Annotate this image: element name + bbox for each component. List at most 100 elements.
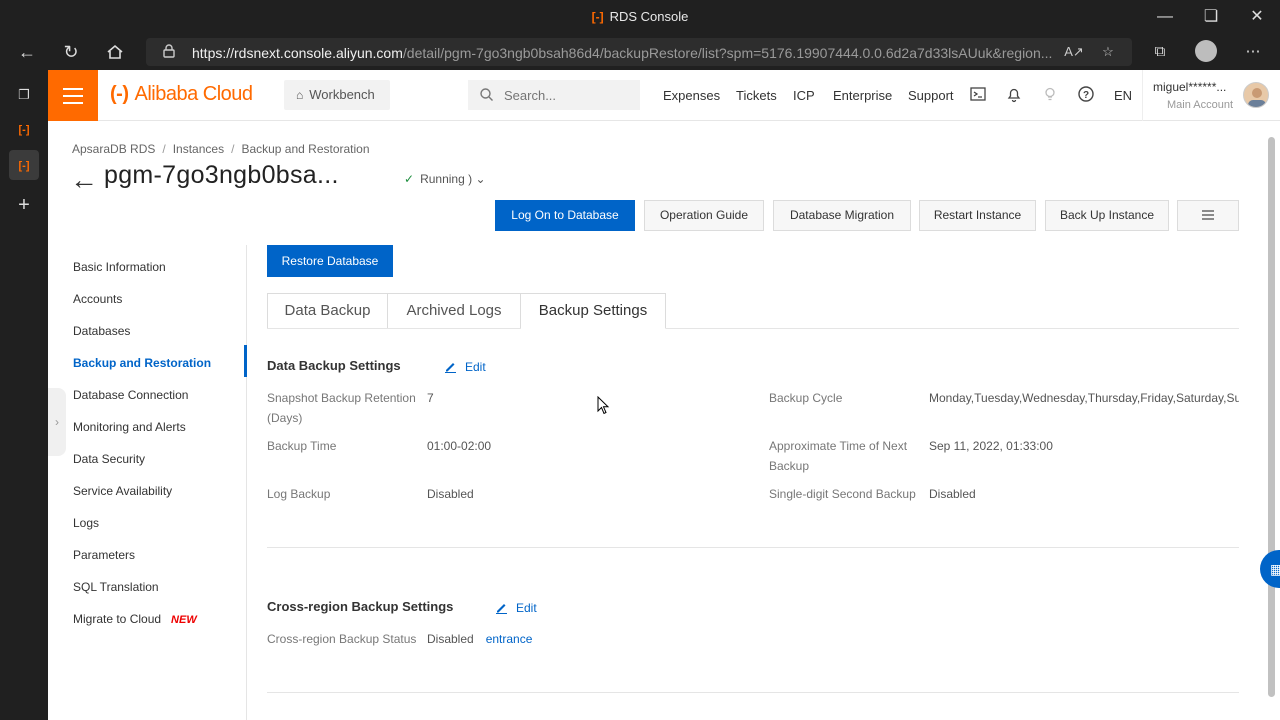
tab-backup-settings[interactable]: Backup Settings <box>521 293 666 329</box>
chevron-down-icon: ⌄ <box>475 172 486 186</box>
log-backup-value: Disabled <box>427 487 474 501</box>
tab-actions-icon[interactable]: ❐ <box>9 80 39 110</box>
sidebar-item-monitoring-alerts[interactable]: Monitoring and Alerts <box>73 420 186 434</box>
favorite-icon[interactable]: ☆ <box>1098 42 1118 62</box>
database-migration-button[interactable]: Database Migration <box>773 200 911 231</box>
backup-time-value: 01:00-02:00 <box>427 439 492 453</box>
sidebar-item-migrate-to-cloud[interactable]: Migrate to Cloud NEW <box>73 612 197 626</box>
tab-archived-logs[interactable]: Archived Logs <box>388 293 521 328</box>
instance-sidebar: Basic Information Accounts Databases Bac… <box>48 245 247 720</box>
nav-expenses[interactable]: Expenses <box>663 88 720 103</box>
svg-text:?: ? <box>1083 90 1089 101</box>
language-switch[interactable]: EN <box>1114 88 1132 103</box>
breadcrumb-instances[interactable]: Instances <box>173 142 224 156</box>
alibaba-tab-icon[interactable]: [-] <box>9 114 39 144</box>
active-indicator <box>244 345 247 377</box>
check-icon: ✓ <box>404 172 415 186</box>
help-icon[interactable]: ? <box>1077 85 1095 103</box>
sidebar-item-accounts[interactable]: Accounts <box>73 292 122 306</box>
user-menu[interactable]: miguel******... Main Account <box>1142 70 1280 121</box>
mouse-cursor-icon <box>597 396 610 415</box>
more-menu-icon[interactable]: ⋯ <box>1240 40 1266 64</box>
sidebar-item-basic-information[interactable]: Basic Information <box>73 260 166 274</box>
breadcrumb: ApsaraDB RDS / Instances / Backup and Restor… <box>72 142 370 156</box>
new-tab-icon[interactable]: + <box>9 190 39 220</box>
apps-float-icon[interactable]: ▦ <box>1260 550 1280 588</box>
pencil-icon <box>445 363 456 373</box>
cross-region-title: Cross-region Backup Settings <box>267 599 454 614</box>
log-backup-label: Log Backup <box>267 487 331 501</box>
sidebar-item-databases[interactable]: Databases <box>73 324 130 338</box>
nav-enterprise[interactable]: Enterprise <box>833 88 892 103</box>
alibaba-cloud-logo[interactable]: (-) Alibaba Cloud <box>110 83 253 106</box>
home-icon[interactable] <box>102 40 128 64</box>
url-text[interactable]: https://rdsnext.console.aliyun.com/detai… <box>192 45 1072 61</box>
browser-title-bar: [-] RDS Console — ❏ ✕ <box>0 0 1280 34</box>
scrollbar-thumb[interactable] <box>1268 137 1275 697</box>
browser-toolbar: ← ↻ https://rdsnext.console.aliyun.com/d… <box>0 34 1280 70</box>
backup-cycle-label: Backup Cycle <box>769 391 843 405</box>
tab-data-backup[interactable]: Data Backup <box>267 293 388 328</box>
address-bar[interactable]: https://rdsnext.console.aliyun.com/detai… <box>146 38 1132 66</box>
list-icon <box>1202 210 1214 220</box>
user-role: Main Account <box>1167 99 1234 111</box>
workbench-button[interactable]: ⌂ Workbench <box>284 80 390 110</box>
more-actions-button[interactable] <box>1177 200 1239 231</box>
bell-icon[interactable] <box>1005 85 1023 103</box>
collections-icon[interactable]: ⧉ <box>1147 40 1173 64</box>
page-scrollbar[interactable] <box>1266 125 1276 720</box>
back-arrow-icon[interactable]: ← <box>70 166 98 194</box>
breadcrumb-current: Backup and Restoration <box>241 142 370 156</box>
reload-icon[interactable]: ↻ <box>58 40 84 64</box>
back-icon[interactable]: ← <box>14 40 40 64</box>
breadcrumb-rds[interactable]: ApsaraDB RDS <box>72 142 155 156</box>
data-backup-settings-title: Data Backup Settings <box>267 358 401 373</box>
read-aloud-icon[interactable]: A↗ <box>1064 42 1084 62</box>
sidebar-item-parameters[interactable]: Parameters <box>73 548 135 562</box>
data-backup-edit-link[interactable]: Edit <box>444 360 486 374</box>
search-icon <box>480 88 493 101</box>
entrance-link[interactable]: entrance <box>486 632 533 646</box>
new-badge: NEW <box>171 614 197 626</box>
close-window-button[interactable]: ✕ <box>1242 6 1272 28</box>
window-title: [-] RDS Console <box>591 9 689 24</box>
backup-time-label: Backup Time <box>267 439 337 453</box>
nav-icp[interactable]: ICP <box>793 88 815 103</box>
backup-cycle-value: Monday,Tuesday,Wednesday,Thursday,Friday… <box>929 391 1239 405</box>
alibaba-tab-active-icon[interactable]: [-] <box>9 150 39 180</box>
collapse-sidebar-handle[interactable]: › <box>48 388 66 456</box>
restore-database-button[interactable]: Restore Database <box>267 245 393 277</box>
sidebar-item-logs[interactable]: Logs <box>73 516 99 530</box>
sidebar-item-service-availability[interactable]: Service Availability <box>73 484 172 498</box>
status-badge[interactable]: ✓ Running ) ⌄ <box>404 172 486 186</box>
cross-region-edit-link[interactable]: Edit <box>495 601 537 615</box>
operation-guide-button[interactable]: Operation Guide <box>644 200 764 231</box>
snapshot-retention-value: 7 <box>427 391 434 405</box>
sidebar-item-sql-translation[interactable]: SQL Translation <box>73 580 159 594</box>
lock-icon <box>163 44 175 58</box>
pencil-icon <box>496 604 507 614</box>
terminal-icon[interactable] <box>969 85 987 103</box>
nav-tickets[interactable]: Tickets <box>736 88 777 103</box>
sidebar-item-data-security[interactable]: Data Security <box>73 452 145 466</box>
nav-support[interactable]: Support <box>908 88 954 103</box>
lightbulb-icon[interactable] <box>1041 85 1059 103</box>
console-page: (-)Alibaba Cloud ⌂Workbench Expenses Tic… <box>48 70 1280 720</box>
restore-window-button[interactable]: ❏ <box>1196 6 1226 28</box>
backup-tabs: Data Backup Archived Logs Backup Setting… <box>267 293 1239 329</box>
snapshot-retention-label: Snapshot Backup Retention (Days) <box>267 391 416 425</box>
menu-icon[interactable] <box>48 70 98 121</box>
sidebar-item-backup-restoration[interactable]: Backup and Restoration <box>73 356 211 370</box>
minimize-button[interactable]: — <box>1150 6 1180 28</box>
page-title: pgm-7go3ngb0bsa... <box>104 161 339 189</box>
restart-instance-button[interactable]: Restart Instance <box>919 200 1036 231</box>
sidebar-item-database-connection[interactable]: Database Connection <box>73 388 188 402</box>
log-on-database-button[interactable]: Log On to Database <box>495 200 635 231</box>
back-up-instance-button[interactable]: Back Up Instance <box>1045 200 1169 231</box>
user-name: miguel******... <box>1153 80 1227 94</box>
alibaba-logo-icon: [-] <box>591 10 604 24</box>
browser-profile-avatar[interactable] <box>1195 40 1217 62</box>
search-input[interactable] <box>468 80 640 110</box>
vertical-tabs: ❐ [-] [-] + <box>0 70 48 720</box>
single-digit-second-label: Single-digit Second Backup <box>769 487 916 501</box>
